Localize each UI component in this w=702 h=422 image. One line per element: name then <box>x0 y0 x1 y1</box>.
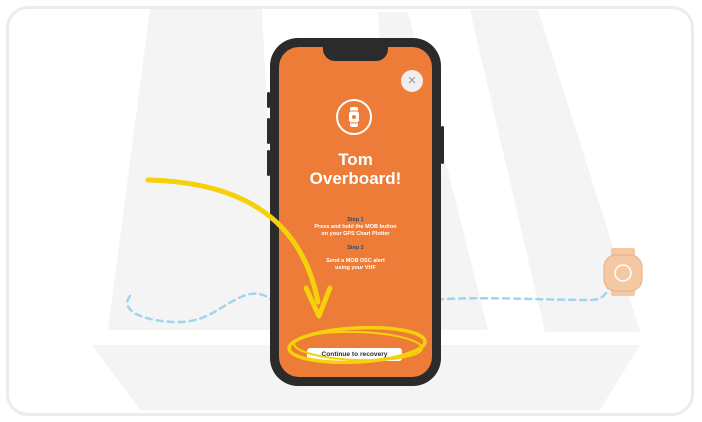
foreground-scene <box>145 177 643 365</box>
crew-watch-icon <box>603 248 643 296</box>
pointer-arrow-icon <box>145 177 333 319</box>
highlight-circle-icon <box>287 325 427 365</box>
